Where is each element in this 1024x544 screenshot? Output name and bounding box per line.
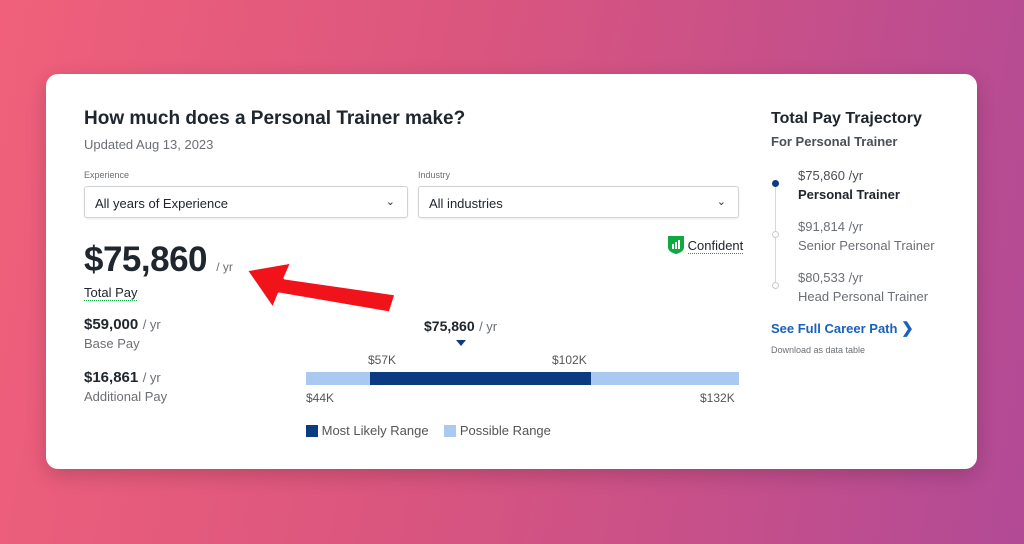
red-arrow-annotation — [244, 260, 398, 315]
